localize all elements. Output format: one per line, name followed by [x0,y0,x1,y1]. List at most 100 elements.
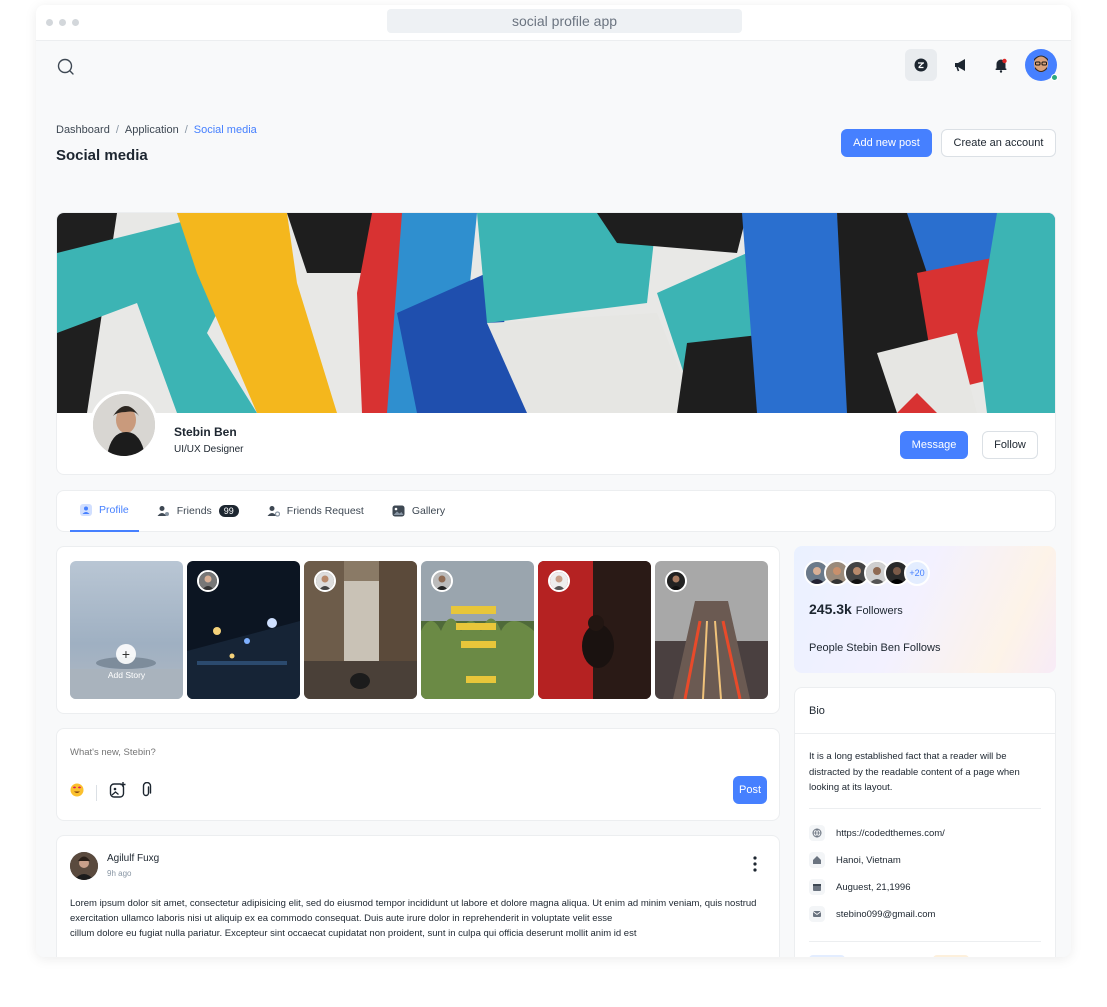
story-item[interactable] [304,561,417,699]
bio-date: Auguest, 21,1996 [809,879,910,895]
plus-icon[interactable]: + [116,644,136,664]
breadcrumb-current: Social media [193,124,257,136]
profile-card: Stebin Ben UI/UX Designer Message Follow [56,212,1056,475]
page-title: Social media [56,147,148,164]
friends-count-badge: 99 [218,505,239,517]
address-bar[interactable]: social profile app [387,9,742,33]
gallery-icon [392,505,405,517]
tab-friends[interactable]: Friends 99 [147,490,249,532]
bio-email[interactable]: stebino099@gmail.com [809,906,935,922]
tab-friends-request-label: Friends Request [286,505,364,517]
calendar-icon [809,879,825,895]
app-window: social profile app Dashboard / Applicati [36,5,1071,957]
story-avatar [197,570,219,592]
stories-card: + Add Story [56,546,780,714]
post-button[interactable]: Post [733,776,767,804]
message-button[interactable]: Message [900,431,968,459]
title-bar: social profile app [36,5,1071,41]
add-image-icon[interactable] [109,781,127,804]
globe-icon [809,825,825,841]
users-icon [157,506,169,516]
bio-card: Bio It is a long established fact that a… [794,687,1056,957]
tab-gallery[interactable]: Gallery [382,490,455,532]
story-item[interactable] [655,561,768,699]
bio-text: It is a long established fact that a rea… [809,751,1020,794]
tab-profile-label: Profile [99,504,129,516]
megaphone-icon[interactable] [945,49,977,81]
date-text: Auguest, 21,1996 [836,881,911,893]
composer-tools [70,781,153,804]
tab-friends-request[interactable]: Friends Request [257,490,374,532]
window-dot[interactable] [72,19,79,26]
post-composer: Post [56,728,780,821]
bio-location: Hanoi, Vietnam [809,852,901,868]
window-dot[interactable] [59,19,66,26]
top-bar [36,41,1071,95]
window-controls [46,19,79,26]
breadcrumb: Dashboard / Application / Social media [56,124,257,136]
story-item[interactable] [421,561,534,699]
followers-number: 245.3k [809,601,852,617]
post-time: 9h ago [107,869,132,878]
skill-chip [933,955,969,957]
home-icon [809,852,825,868]
breadcrumb-application[interactable]: Application [125,124,179,136]
tool-divider [96,784,97,801]
create-account-button[interactable]: Create an account [941,129,1056,157]
breadcrumb-separator: / [115,124,119,136]
tab-profile[interactable]: Profile [70,490,139,532]
divider [809,808,1041,809]
user-icon [80,504,92,516]
followers-label: Followers [855,605,903,617]
post-author-avatar[interactable] [70,852,98,880]
skill-chip [809,955,845,957]
feed-post: Agilulf Fuxg 9h ago Lorem ipsum dolor si… [56,835,780,957]
post-author-name[interactable]: Agilulf Fuxg [107,853,159,864]
email-text[interactable]: stebino099@gmail.com [836,909,935,920]
story-avatar [314,570,336,592]
post-body: Lorem ipsum dolor sit amet, consectetur … [70,896,760,942]
bio-title: Bio [809,705,825,717]
online-status [1051,74,1058,81]
story-item[interactable] [187,561,300,699]
post-text: cillum dolore eu fugiat nulla pariatur. … [70,928,637,940]
mail-icon [809,906,825,922]
website-link[interactable]: https://codedthemes.com/ [836,828,945,839]
cover-image [57,213,1055,413]
followers-card: +20 245.3k Followers People Stebin Ben F… [794,546,1056,673]
add-story-tile[interactable]: + Add Story [70,561,183,699]
profile-name: Stebin Ben [174,425,237,439]
people-follows-label[interactable]: People Stebin Ben Follows [809,642,940,654]
window-dot[interactable] [46,19,53,26]
user-avatar[interactable] [1025,49,1058,81]
post-input[interactable] [70,747,470,758]
breadcrumb-separator: / [184,124,188,136]
divider [809,941,1041,942]
profile-role: UI/UX Designer [174,444,244,455]
profile-avatar[interactable] [90,391,158,459]
story-item[interactable] [538,561,651,699]
top-actions [905,49,1058,81]
story-avatar [548,570,570,592]
story-avatar [665,570,687,592]
divider [795,733,1055,734]
location-text: Hanoi, Vietnam [836,854,901,866]
bell-icon[interactable] [985,49,1017,81]
search-icon[interactable] [56,57,78,79]
bio-website[interactable]: https://codedthemes.com/ [809,825,945,841]
follow-button[interactable]: Follow [982,431,1038,459]
breadcrumb-dashboard[interactable]: Dashboard [56,124,110,136]
add-new-post-button[interactable]: Add new post [841,129,932,157]
emoji-icon[interactable] [70,783,84,802]
more-vertical-icon[interactable] [753,856,757,877]
followers-count: 245.3k Followers [809,601,903,617]
follower-avatars[interactable]: +20 [804,560,930,586]
add-story-label: Add Story [107,670,146,680]
post-text: Lorem ipsum dolor sit amet, consectetur … [70,898,757,925]
tab-gallery-label: Gallery [411,505,446,517]
tab-friends-label: Friends [176,505,212,517]
attachment-icon[interactable] [139,781,153,803]
more-followers-badge[interactable]: +20 [904,560,930,586]
profile-tabs: Profile Friends 99 Friends Request Galle… [56,490,1056,532]
language-icon[interactable] [905,49,937,81]
